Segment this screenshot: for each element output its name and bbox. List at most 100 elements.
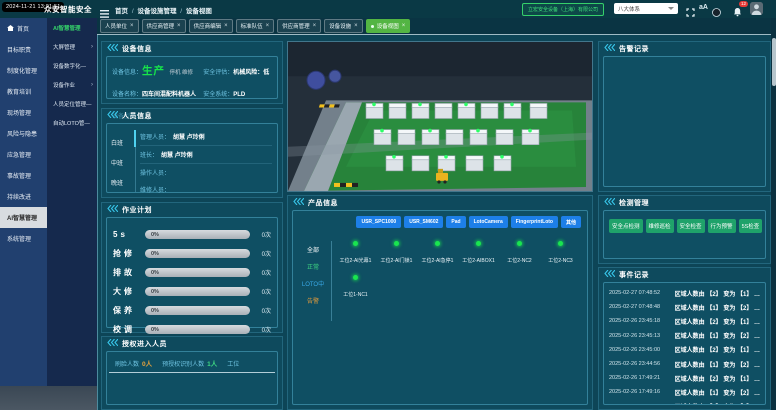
close-icon[interactable]: × — [266, 23, 270, 29]
device-status-item[interactable]: 工位2-NC3 — [540, 241, 581, 267]
sidebar-item-institution[interactable]: 制度化管理 — [0, 60, 47, 81]
tab-label: 设备设施 — [329, 22, 351, 30]
tab-standard-team[interactable]: 标准队伍× — [236, 19, 275, 33]
event-row[interactable]: 2025-02-26 23:44:56区域人数由 【1】 变为 【2】 … — [609, 357, 760, 371]
panel-title-icon — [293, 198, 304, 207]
close-icon[interactable]: × — [130, 23, 134, 29]
device-status-item[interactable]: 工位2-NC2 — [499, 241, 540, 267]
tab-personnel-unit[interactable]: 人员单位× — [100, 19, 139, 33]
safety-inspection-button[interactable]: 安全检查 — [677, 219, 705, 233]
shift-tab-night[interactable]: 晚班 — [111, 172, 133, 192]
alarm-records-panel: 告警记录 — [598, 41, 771, 192]
tab-supplier-management-1[interactable]: 供应商管理× — [142, 19, 186, 33]
notification-bell-icon[interactable]: 12 — [733, 4, 742, 22]
device-status-item[interactable]: 工位2-AI急停1 — [417, 241, 458, 267]
theme-toggle-icon[interactable] — [712, 4, 721, 22]
close-icon[interactable]: × — [224, 23, 228, 29]
notification-badge: 12 — [739, 1, 748, 7]
tab-status-dot — [371, 25, 374, 28]
event-row[interactable]: 2025-02-26 23:45:13区域人数由 【1】 变为 【2】 … — [609, 329, 760, 343]
device-type-button[interactable]: Pad — [446, 216, 465, 228]
scrollbar-thumb[interactable] — [772, 38, 776, 86]
filter-all[interactable]: 全部 — [298, 243, 328, 260]
behavior-warning-button[interactable]: 行为预警 — [708, 219, 736, 233]
sidebar-item-improvement[interactable]: 持续改进 — [0, 186, 47, 207]
fullscreen-icon[interactable] — [686, 4, 695, 22]
event-message: 区域人数由 【2】 变为 【1】 … — [675, 402, 760, 405]
panel-title-icon — [604, 198, 615, 207]
sidebar-item-home[interactable]: 首页 — [0, 18, 47, 39]
text-size-icon[interactable]: aA — [699, 4, 708, 11]
work-count: 0次 — [255, 230, 271, 239]
tab-device-view[interactable]: 设备视图× — [366, 19, 411, 33]
filter-normal[interactable]: 正常 — [298, 260, 328, 277]
progress-bar: 0% — [145, 325, 250, 334]
breadcrumb-level1[interactable]: 设备设施管理 — [137, 8, 176, 15]
panel-title-icon — [107, 339, 118, 348]
event-row[interactable]: 2025-02-26 17:49:16区域人数由 【1】 变为 【2】 … — [609, 385, 760, 399]
device-status-item[interactable]: 工位1-NC1 — [335, 275, 376, 301]
personnel-row-manager: 管理人员：胡慧 卢玲俐 — [140, 128, 272, 146]
event-row[interactable]: 2025-02-27 07:48:48区域人数由 【1】 变为 【2】 … — [609, 300, 760, 314]
preauth-stat: 预授权识别人数1人 — [162, 358, 217, 368]
submenu-device-digital[interactable]: 设备数字化— — [47, 56, 97, 75]
shift-tab-day[interactable]: 白班 — [111, 132, 133, 152]
sidebar-item-label: AI智慧管理 — [7, 213, 37, 222]
safety-point-check-button[interactable]: 安全点检测 — [609, 219, 643, 233]
device-status-extra: 停机 维修 — [169, 70, 193, 76]
submenu-personnel-location[interactable]: 人员定位管理— — [47, 94, 97, 113]
sidebar-item-emergency[interactable]: 应急管理 — [0, 144, 47, 165]
close-icon[interactable]: × — [354, 23, 358, 29]
tab-label: 供应商管理 — [282, 22, 310, 30]
breadcrumb-home[interactable]: 首页 — [115, 8, 128, 15]
fives-check-button[interactable]: 5S检查 — [739, 219, 763, 233]
filter-alarm[interactable]: 告警 — [298, 294, 328, 311]
close-icon[interactable]: × — [402, 23, 406, 29]
submenu-dashboard[interactable]: 大屏管理› — [47, 37, 97, 56]
submenu-ai-management[interactable]: AI智慧管理 — [47, 18, 97, 37]
factory-3d-view[interactable] — [287, 41, 593, 192]
device-type-button[interactable]: USR_SM602 — [404, 216, 443, 228]
sidebar-item-accident[interactable]: 事故管理 — [0, 165, 47, 186]
submenu-device-operation[interactable]: 设备作业› — [47, 75, 97, 94]
sidebar-item-site[interactable]: 现场管理 — [0, 102, 47, 123]
sidebar-item-ai-management[interactable]: AI智慧管理 — [0, 207, 47, 228]
sidebar-item-risk[interactable]: 风险与隐患 — [0, 123, 47, 144]
tab-supplier-edit[interactable]: 供应商编辑× — [189, 19, 233, 33]
status-dot — [476, 241, 481, 246]
device-type-button[interactable]: FingerprintLoto — [511, 216, 558, 228]
shift-tab-middle[interactable]: 中班 — [111, 152, 133, 172]
device-status-item[interactable]: 工位2-AI门锁1 — [376, 241, 417, 267]
tab-supplier-management-2[interactable]: 供应商管理× — [277, 19, 321, 33]
user-avatar[interactable] — [750, 2, 763, 15]
sidebar-item-system[interactable]: 系统管理 — [0, 228, 47, 249]
event-row[interactable]: 2025-02-26 17:49:21区域人数由 【2】 变为 【1】 … — [609, 371, 760, 385]
device-type-button[interactable]: 其他 — [561, 216, 581, 228]
maintenance-patrol-button[interactable]: 维修巡检 — [646, 219, 674, 233]
submenu-auto-loto[interactable]: 自动LOTO管— — [47, 113, 97, 132]
system-select-dropdown[interactable]: 八大体系 — [614, 3, 678, 14]
sidebar-item-training[interactable]: 教育培训 — [0, 81, 47, 102]
event-row[interactable]: 2025-02-26 23:45:18区域人数由 【2】 变为 【1】 … — [609, 314, 760, 328]
close-icon[interactable]: × — [177, 23, 181, 29]
event-time: 2025-02-26 17:48:52 — [609, 404, 660, 405]
tab-device-facility[interactable]: 设备设施× — [324, 19, 363, 33]
page-scrollbar[interactable] — [771, 18, 776, 410]
device-type-button[interactable]: LotoCamera — [469, 216, 508, 228]
event-time: 2025-02-26 17:49:16 — [609, 389, 660, 395]
progress-bar: 0% — [145, 249, 250, 258]
event-row[interactable]: 2025-02-26 23:45:00区域人数由 【2】 变为 【1】 … — [609, 343, 760, 357]
menu-collapse-icon[interactable] — [100, 5, 109, 13]
sidebar-item-goals[interactable]: 目标职责 — [0, 39, 47, 60]
filter-loto[interactable]: LOTO中 — [298, 277, 328, 294]
device-type-button[interactable]: USR_SPC1000 — [356, 216, 401, 228]
device-status-item[interactable]: 工位2-AIBOX1 — [458, 241, 499, 267]
event-row[interactable]: 2025-02-26 17:48:52 区域人数由 【2】 变为 【1】 … — [609, 400, 760, 406]
event-time: 2025-02-26 23:45:13 — [609, 333, 660, 339]
work-type-label: 5s — [113, 230, 140, 239]
device-name: 工位2-NC2 — [507, 258, 531, 264]
close-icon[interactable]: × — [313, 23, 317, 29]
device-status-item[interactable]: 工位2-AI光幕1 — [335, 241, 376, 267]
event-row[interactable]: 2025-02-27 07:48:52区域人数由 【2】 变为 【1】 … — [609, 286, 760, 300]
product-info-panel: 产品信息 USR_SPC1000 USR_SM602 Pad LotoCamer… — [287, 195, 593, 410]
